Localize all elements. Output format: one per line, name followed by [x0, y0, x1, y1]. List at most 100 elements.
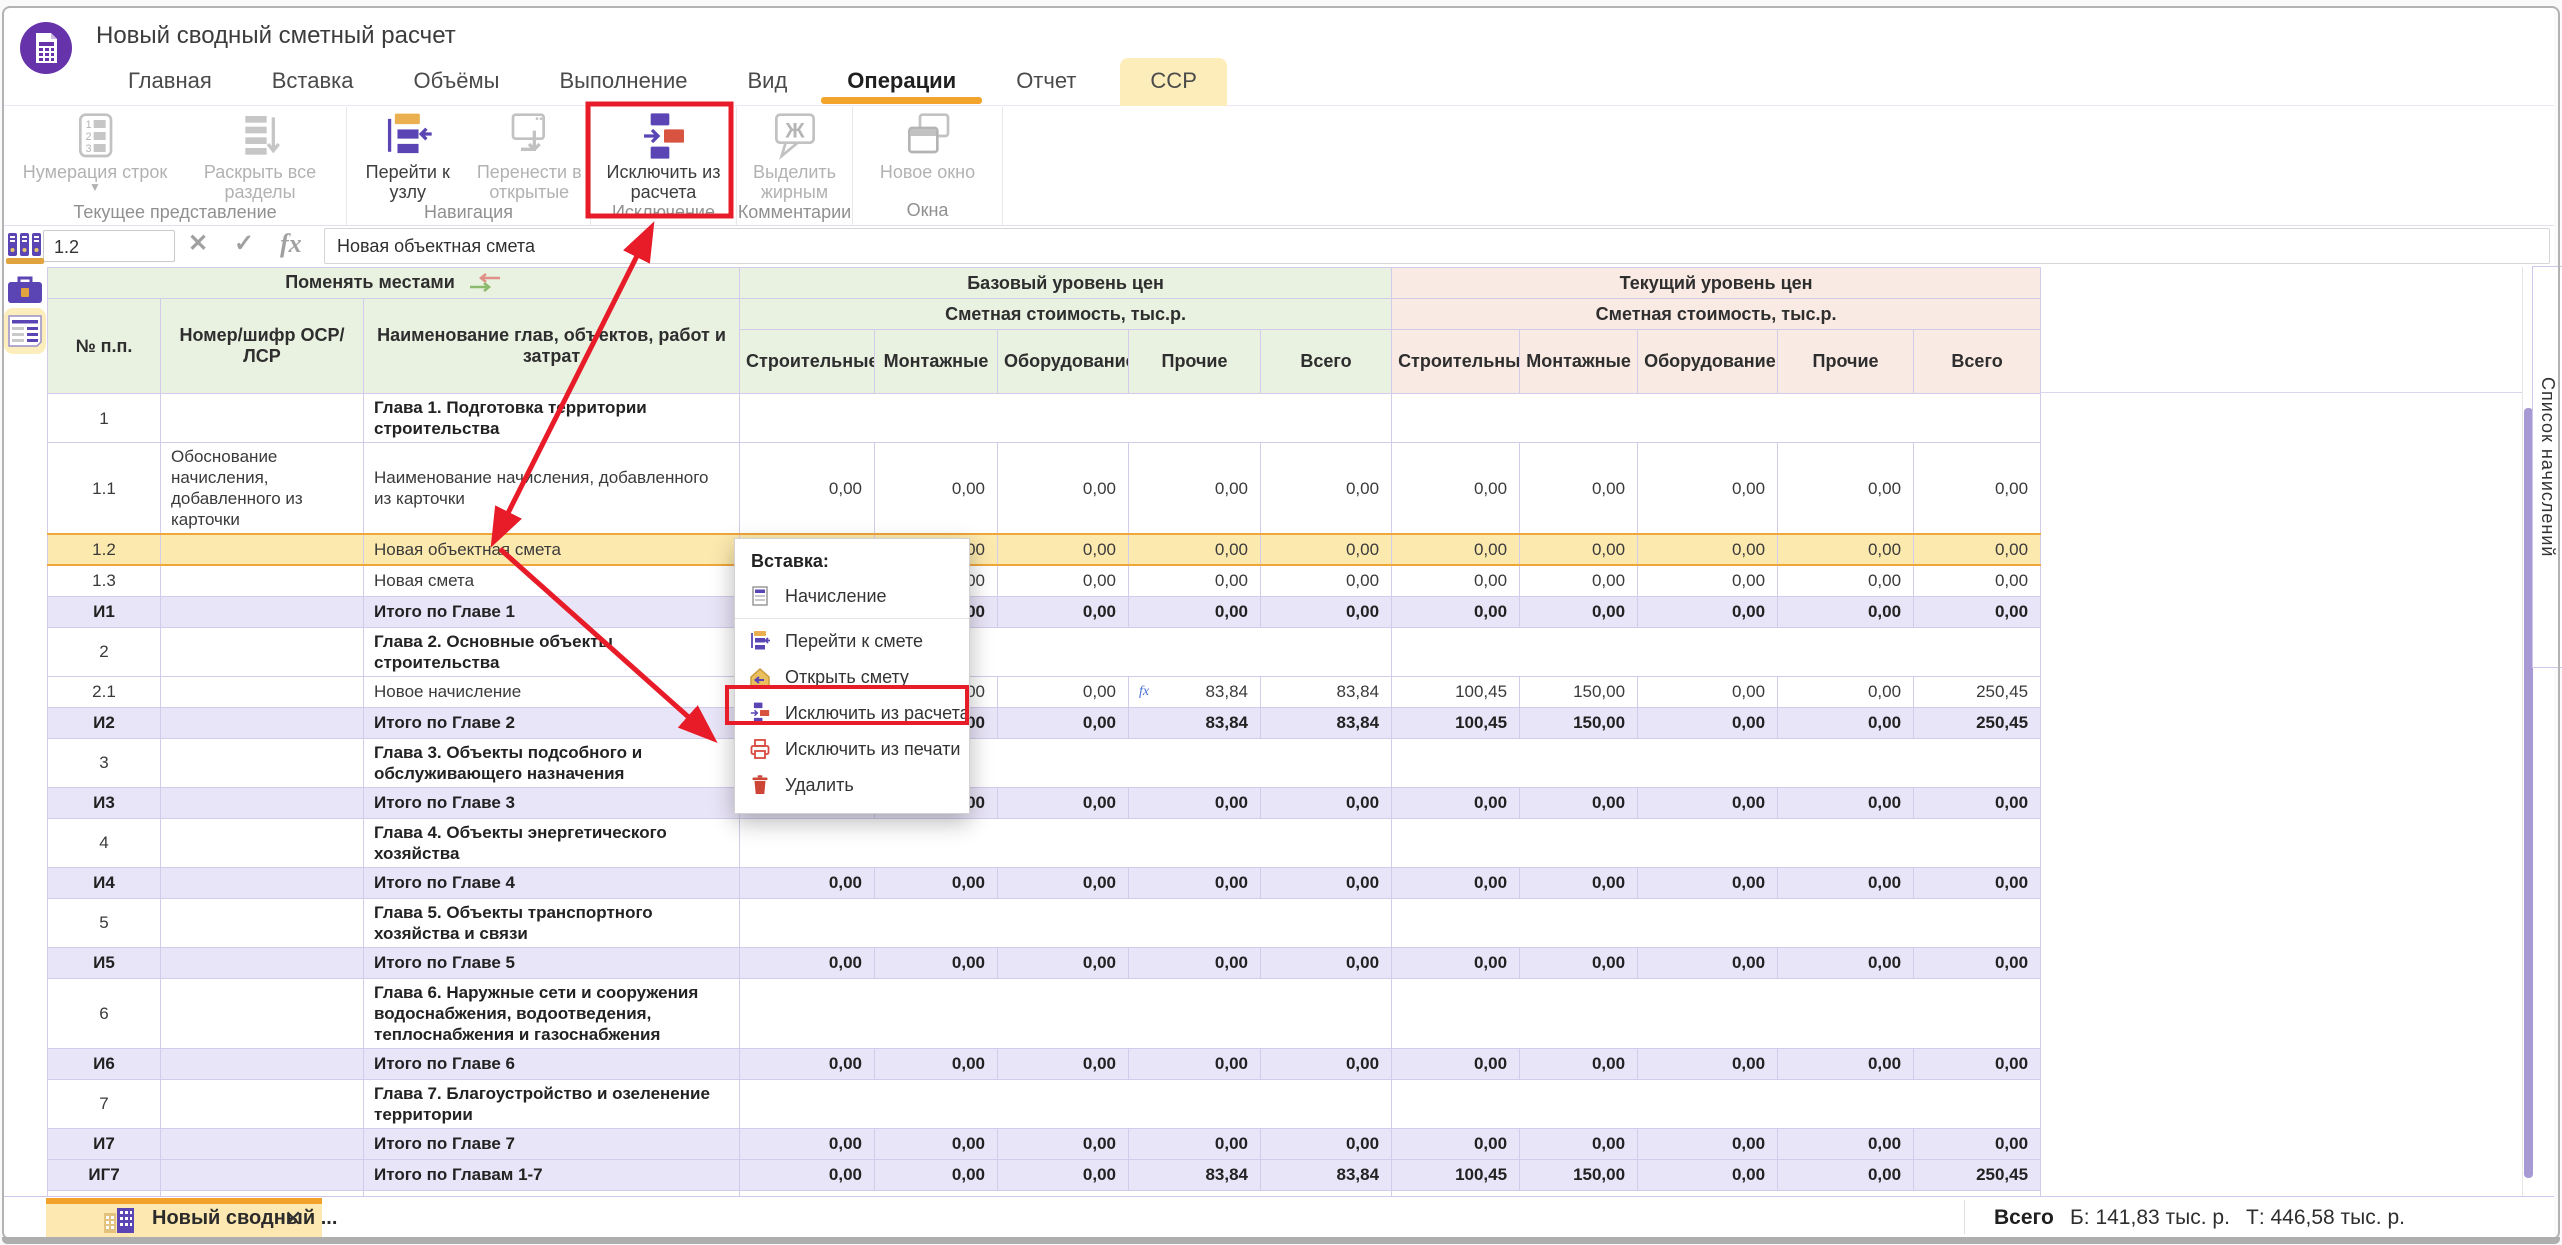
cell-row-num[interactable]: И4 — [48, 867, 161, 898]
cell-current-value[interactable]: 0,00 — [1778, 1128, 1914, 1159]
cell-current-value[interactable]: 0,00 — [1638, 1048, 1778, 1079]
cell-base-value[interactable]: 0,00 — [998, 947, 1129, 978]
cell-current-value[interactable]: 0,00 — [1778, 443, 1914, 535]
cell-base-value[interactable]: 0,00 — [1129, 1048, 1261, 1079]
cell-current-value[interactable]: 0,00 — [1914, 534, 2041, 565]
cell-base-value[interactable]: 83,84 — [1129, 1159, 1261, 1190]
cell-code[interactable] — [161, 1159, 364, 1190]
cell-current-value[interactable]: 0,00 — [1914, 596, 2041, 627]
table-row[interactable]: 4Глава 4. Объекты энергетического хозяйс… — [48, 818, 2041, 867]
table-row[interactable]: 5Глава 5. Объекты транспортного хозяйств… — [48, 898, 2041, 947]
cell-row-num[interactable]: 6 — [48, 978, 161, 1048]
cell-code[interactable] — [161, 738, 364, 787]
cell-code[interactable] — [161, 534, 364, 565]
cell-row-num[interactable]: И1 — [48, 596, 161, 627]
cell-base-value[interactable]: 83,84 — [1261, 676, 1392, 707]
cell-row-num[interactable]: 1 — [48, 394, 161, 443]
cell-name[interactable]: Итого по Главе 1 — [364, 596, 740, 627]
col-header-base-installation[interactable]: Монтажные — [875, 330, 998, 394]
cell-current-value[interactable]: 0,00 — [1778, 534, 1914, 565]
cell-row-num[interactable]: И2 — [48, 707, 161, 738]
cell-base-value[interactable]: 0,00 — [998, 676, 1129, 707]
cell-base-value[interactable]: 0,00 — [740, 867, 875, 898]
col-header-curr-construction[interactable]: Строительные — [1392, 330, 1520, 394]
cell-base-value[interactable]: 0,00 — [1261, 947, 1392, 978]
sheet-icon[interactable] — [6, 314, 44, 348]
tab-vypolnenie[interactable]: Выполнение — [543, 58, 703, 106]
cell-base-value[interactable]: 0,00 — [1261, 534, 1392, 565]
cell-base-value[interactable]: 0,00 — [1261, 1048, 1392, 1079]
cell-base-value[interactable]: 0,00 — [1129, 867, 1261, 898]
cell-code[interactable] — [161, 627, 364, 676]
cell-current-value[interactable]: 0,00 — [1520, 1048, 1638, 1079]
cell-current-value[interactable]: 0,00 — [1392, 596, 1520, 627]
cell-current-value[interactable]: 0,00 — [1520, 1128, 1638, 1159]
formula-input[interactable]: Новая объектная смета — [324, 228, 2550, 264]
cell-row-num[interactable]: 3 — [48, 738, 161, 787]
cell-current-value[interactable]: 0,00 — [1638, 676, 1778, 707]
cell-current-value[interactable]: 0,00 — [1520, 534, 1638, 565]
cell-code[interactable] — [161, 565, 364, 596]
cell-current-value[interactable]: 0,00 — [1638, 443, 1778, 535]
cell-base-value[interactable]: 0,00 — [875, 1159, 998, 1190]
table-row[interactable]: 1Глава 1. Подготовка территории строител… — [48, 394, 2041, 443]
cell-current-value[interactable]: 0,00 — [1520, 443, 1638, 535]
confirm-icon[interactable]: ✓ — [234, 229, 254, 258]
vertical-scrollbar-track[interactable] — [2522, 267, 2523, 1204]
cell-current-value[interactable]: 0,00 — [1392, 565, 1520, 596]
cell-current-value[interactable]: 0,00 — [1778, 676, 1914, 707]
cell-code[interactable] — [161, 978, 364, 1048]
cell-current-value[interactable]: 0,00 — [1520, 787, 1638, 818]
cell-current-empty[interactable] — [1392, 978, 2041, 1048]
cell-base-value[interactable]: 0,00 — [998, 1159, 1129, 1190]
cell-current-value[interactable]: 100,45 — [1392, 676, 1520, 707]
cell-current-value[interactable]: 0,00 — [1914, 947, 2041, 978]
cell-current-value[interactable]: 0,00 — [1638, 596, 1778, 627]
tab-operacii[interactable]: Операции — [831, 58, 972, 106]
cell-base-value[interactable]: 0,00 — [875, 947, 998, 978]
cell-row-num[interactable]: 2.1 — [48, 676, 161, 707]
cell-name[interactable]: Глава 5. Объекты транспортного хозяйства… — [364, 898, 740, 947]
table-row[interactable]: 1.1Обоснование начисления, добавленного … — [48, 443, 2041, 535]
move-to-open-button[interactable]: Перенести в открытые — [469, 112, 591, 202]
cell-base-value[interactable]: 0,00 — [998, 534, 1129, 565]
col-header-name[interactable]: Наименование глав, объектов, работ и зат… — [364, 299, 740, 394]
table-row[interactable]: 2Глава 2. Основные объекты строительства — [48, 627, 2041, 676]
cell-current-empty[interactable] — [1392, 898, 2041, 947]
row-numbering-button[interactable]: 1 2 3 Нумерация строк ▼ — [10, 112, 180, 192]
table-row[interactable]: И7Итого по Главе 70,000,000,000,000,000,… — [48, 1128, 2041, 1159]
cell-code[interactable] — [161, 596, 364, 627]
cell-base-empty[interactable] — [740, 818, 1392, 867]
cell-current-value[interactable]: 0,00 — [1914, 787, 2041, 818]
cell-base-value[interactable]: 0,00 — [740, 1128, 875, 1159]
cell-current-value[interactable]: 0,00 — [1520, 867, 1638, 898]
cell-reference-box[interactable]: 1.2 — [43, 230, 175, 262]
cell-code[interactable] — [161, 707, 364, 738]
tab-vid[interactable]: Вид — [731, 58, 803, 106]
table-row[interactable]: 7Глава 7. Благоустройство и озеленение т… — [48, 1079, 2041, 1128]
col-header-base-equipment[interactable]: Оборудование — [998, 330, 1129, 394]
cell-code[interactable] — [161, 867, 364, 898]
cell-row-num[interactable]: И3 — [48, 787, 161, 818]
cell-base-value[interactable]: 0,00 — [740, 1048, 875, 1079]
cell-row-num[interactable]: 1.1 — [48, 443, 161, 535]
cell-base-value[interactable]: 0,00 — [1261, 1128, 1392, 1159]
cell-current-empty[interactable] — [1392, 1079, 2041, 1128]
cell-current-value[interactable]: 250,45 — [1914, 676, 2041, 707]
cell-current-value[interactable]: 0,00 — [1914, 1128, 2041, 1159]
tab-glavnaya[interactable]: Главная — [112, 58, 228, 106]
cell-base-value[interactable]: 0,00 — [1129, 534, 1261, 565]
cell-row-num[interactable]: 4 — [48, 818, 161, 867]
briefcase-icon[interactable] — [6, 272, 44, 306]
cell-row-num[interactable]: ИГ7 — [48, 1159, 161, 1190]
cell-base-value[interactable]: 0,00 — [1261, 443, 1392, 535]
cell-base-value[interactable]: 0,00 — [1129, 1128, 1261, 1159]
col-header-curr-total[interactable]: Всего — [1914, 330, 2041, 394]
table-row[interactable]: 2.1Новое начисление0,000,000,00fx83,8483… — [48, 676, 2041, 707]
cell-current-value[interactable]: 100,45 — [1392, 707, 1520, 738]
cell-name[interactable]: Новая смета — [364, 565, 740, 596]
cell-base-value[interactable]: fx83,84 — [1129, 676, 1261, 707]
cell-base-value[interactable]: 0,00 — [998, 867, 1129, 898]
swap-columns-header[interactable]: Поменять местами — [48, 268, 740, 299]
bold-comment-button[interactable]: Ж Выделить жирным — [739, 112, 851, 202]
